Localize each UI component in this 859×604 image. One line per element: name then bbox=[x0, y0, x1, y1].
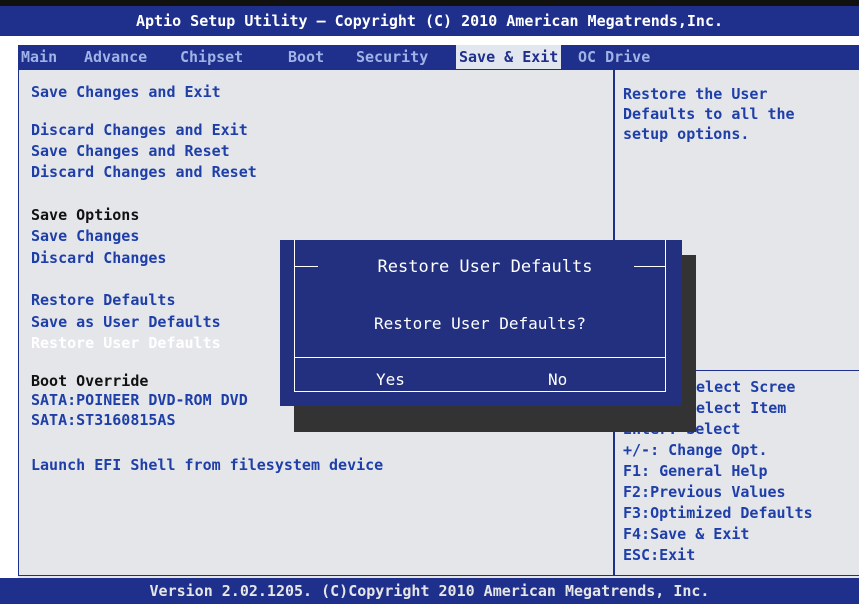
menu-restore-user-defaults[interactable]: Restore User Defaults bbox=[31, 333, 221, 353]
dialog-yes-button[interactable]: Yes bbox=[376, 368, 405, 392]
help-description: Restore the User Defaults to all the set… bbox=[623, 85, 795, 143]
dialog-frame-top-left bbox=[294, 266, 318, 267]
key-help-change-opt: +/-: Change Opt. bbox=[623, 441, 768, 459]
dialog-no-button[interactable]: No bbox=[548, 368, 567, 392]
menu-save-as-user-defaults[interactable]: Save as User Defaults bbox=[31, 312, 221, 332]
key-help-select-screen: Select Scree bbox=[687, 378, 796, 396]
key-help-select-item: Select Item bbox=[687, 399, 787, 417]
restore-user-defaults-dialog: Restore User Defaults Restore User Defau… bbox=[280, 240, 682, 406]
key-help-f3: F3:Optimized Defaults bbox=[623, 504, 813, 522]
title-bar: Aptio Setup Utility – Copyright (C) 2010… bbox=[0, 6, 859, 36]
save-options-header: Save Options bbox=[31, 206, 140, 224]
tab-save-exit[interactable]: Save & Exit bbox=[456, 45, 562, 69]
menu-boot-sata-dvd[interactable]: SATA:POINEER DVD-ROM DVD bbox=[31, 390, 248, 410]
menu-restore-defaults[interactable]: Restore Defaults bbox=[31, 290, 176, 310]
dialog-divider bbox=[294, 357, 666, 358]
key-help-f2: F2:Previous Values bbox=[623, 483, 786, 501]
tab-oc-drive[interactable]: OC Drive bbox=[578, 45, 650, 69]
menu-discard-changes-and-exit[interactable]: Discard Changes and Exit bbox=[31, 120, 248, 140]
key-help-f1: F1: General Help bbox=[623, 462, 768, 480]
tab-bar: Main Advance Chipset Boot Security Save … bbox=[18, 45, 859, 69]
dialog-frame-top-right bbox=[634, 266, 666, 267]
menu-boot-sata-hdd[interactable]: SATA:ST3160815AS bbox=[31, 410, 176, 430]
tab-main[interactable]: Main bbox=[21, 45, 57, 69]
dialog-title: Restore User Defaults bbox=[377, 257, 593, 277]
version-footer: Version 2.02.1205. (C)Copyright 2010 Ame… bbox=[0, 578, 859, 604]
menu-save-changes-and-exit[interactable]: Save Changes and Exit bbox=[31, 82, 221, 102]
tab-chipset[interactable]: Chipset bbox=[180, 45, 243, 69]
menu-save-changes-and-reset[interactable]: Save Changes and Reset bbox=[31, 141, 230, 161]
key-help-f4: F4:Save & Exit bbox=[623, 525, 750, 543]
dialog-message: Restore User Defaults? bbox=[374, 314, 586, 333]
tab-advance[interactable]: Advance bbox=[84, 45, 147, 69]
tab-boot[interactable]: Boot bbox=[288, 45, 324, 69]
tab-security[interactable]: Security bbox=[356, 45, 428, 69]
key-help-esc: ESC:Exit bbox=[623, 546, 696, 564]
menu-discard-changes-and-reset[interactable]: Discard Changes and Reset bbox=[31, 162, 257, 182]
menu-launch-efi-shell[interactable]: Launch EFI Shell from filesystem device bbox=[31, 455, 383, 475]
menu-discard-changes[interactable]: Discard Changes bbox=[31, 248, 166, 268]
menu-save-changes[interactable]: Save Changes bbox=[31, 226, 139, 246]
boot-override-header: Boot Override bbox=[31, 372, 149, 390]
